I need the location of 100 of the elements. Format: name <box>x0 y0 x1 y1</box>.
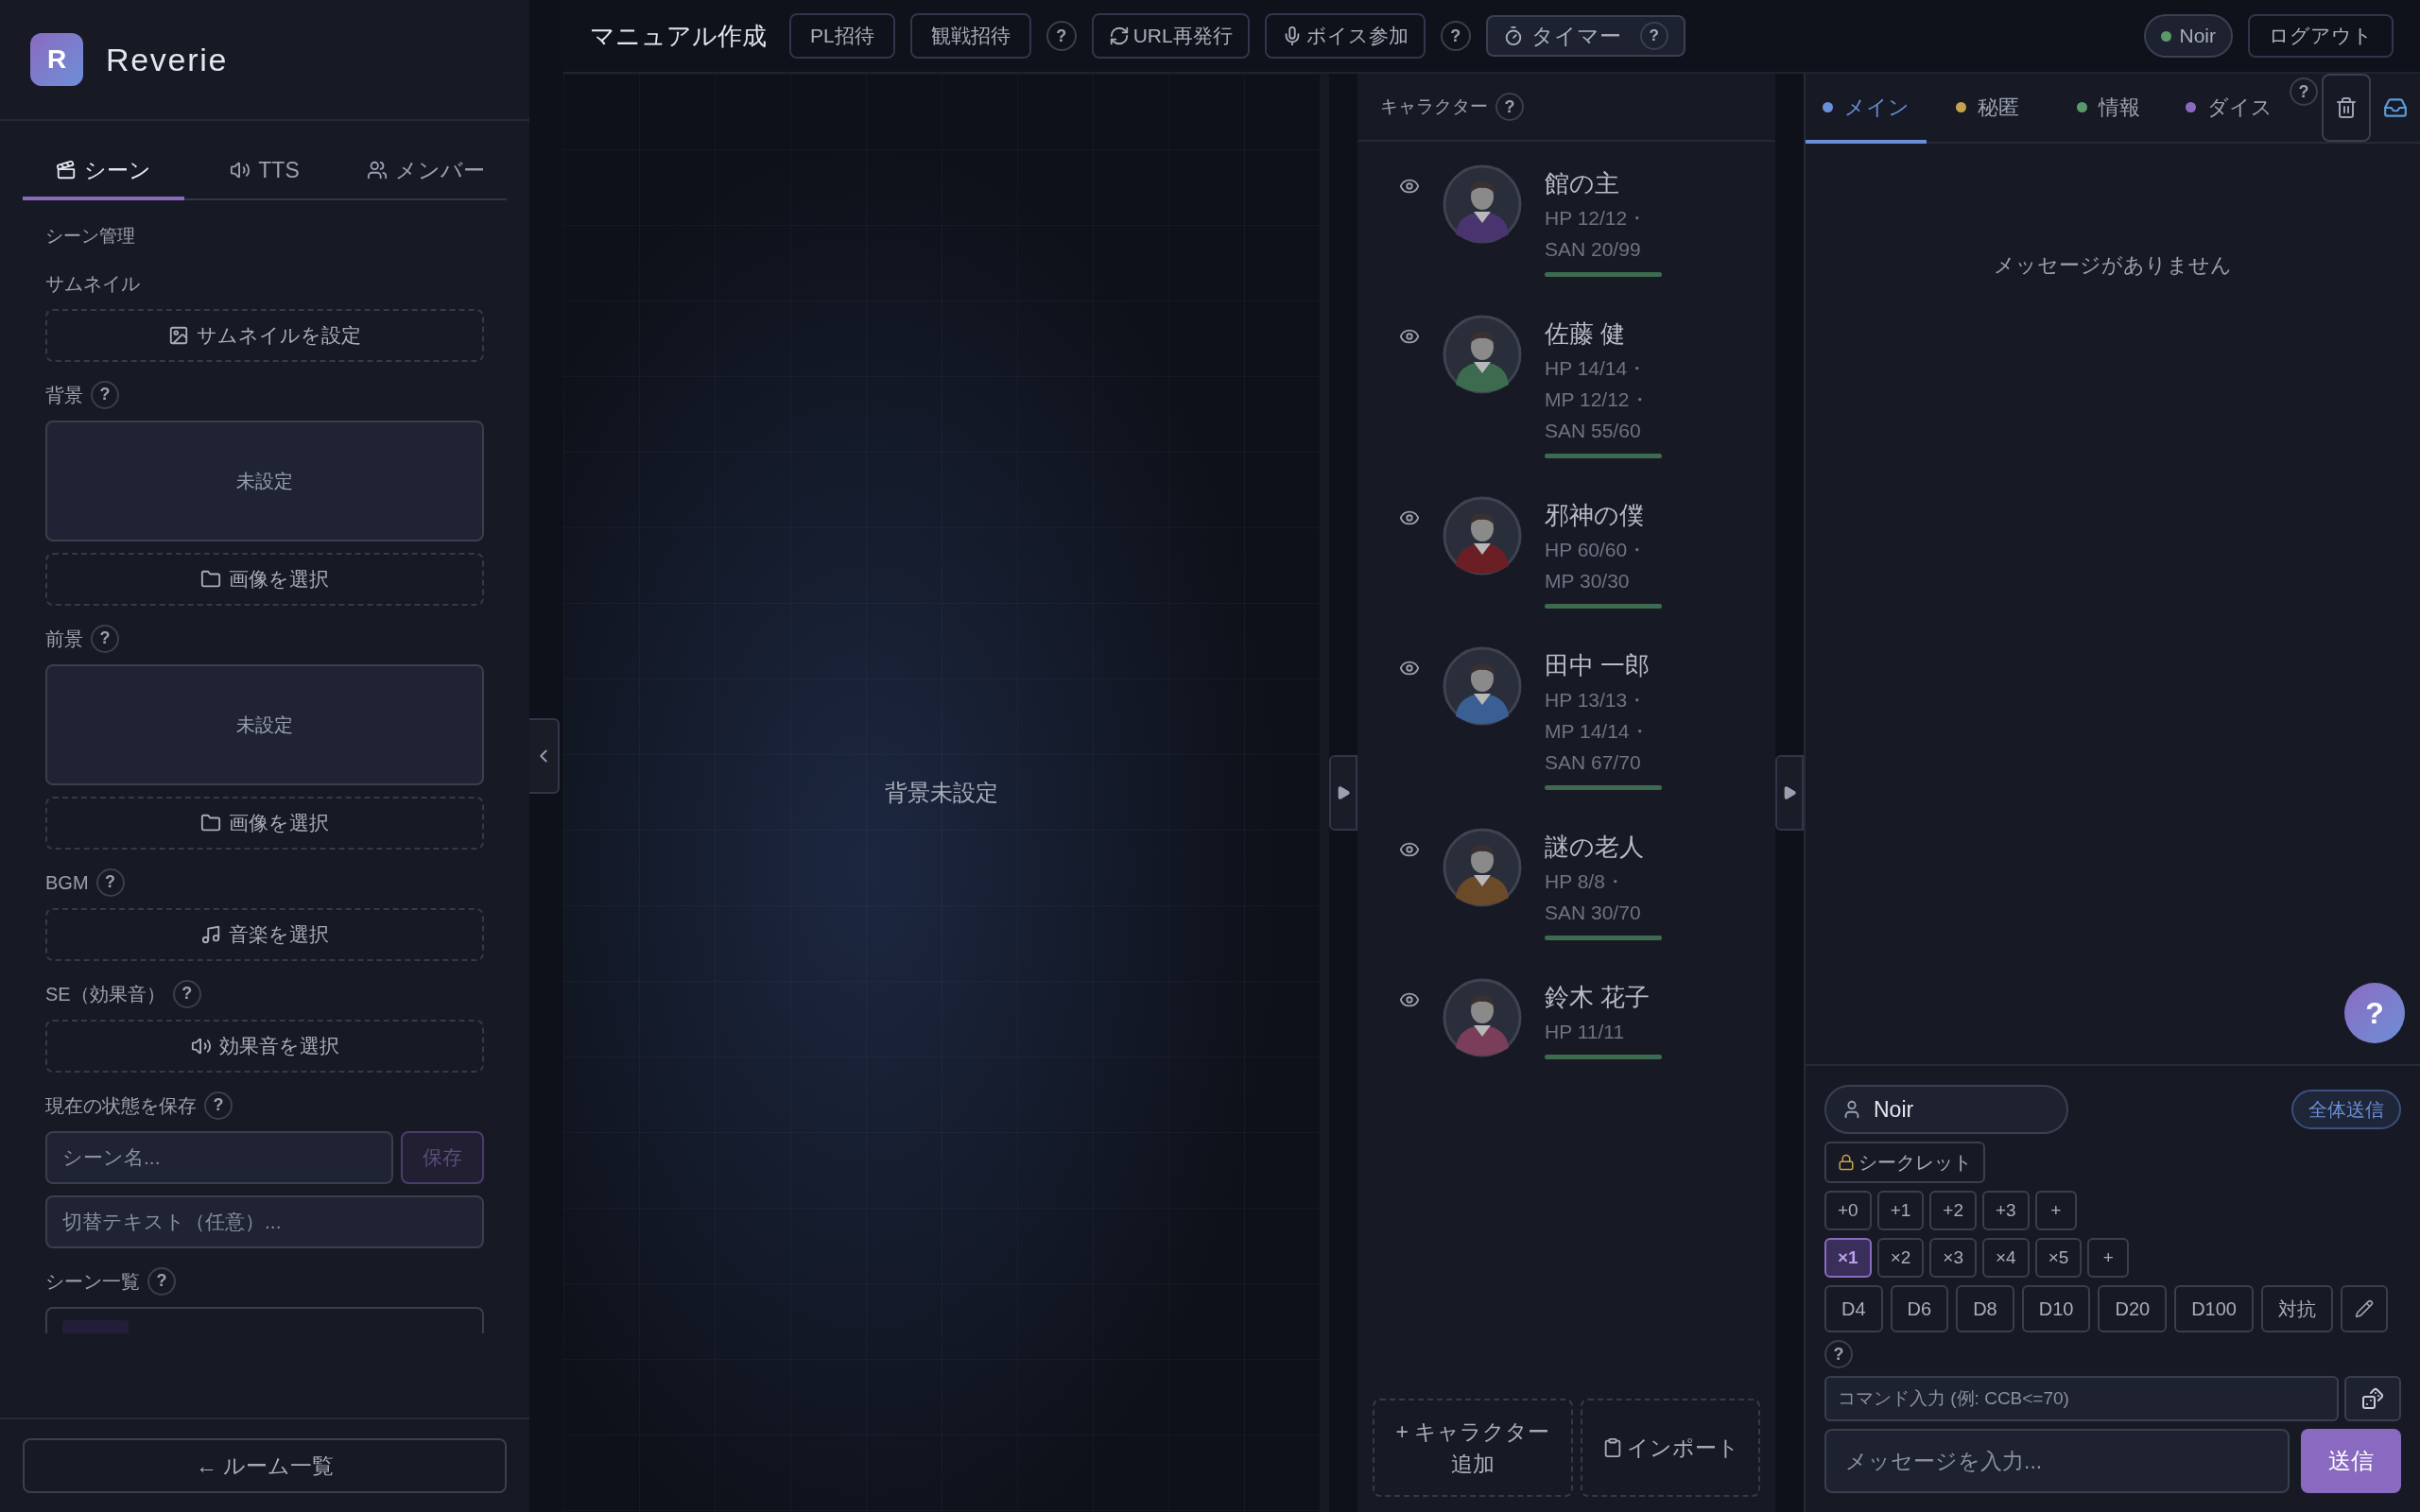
dice-button[interactable]: 対抗 <box>2260 1285 2333 1332</box>
help-icon[interactable]: ? <box>91 380 119 409</box>
multiplier-button[interactable]: ×3 <box>1929 1238 1977 1278</box>
help-icon[interactable]: ? <box>91 624 119 653</box>
character-name: 佐藤 健 <box>1545 318 1627 350</box>
broadcast-button[interactable]: 全体送信 <box>2291 1090 2401 1129</box>
edit-button[interactable] <box>2340 1285 2388 1332</box>
help-button[interactable]: ? <box>2344 983 2405 1043</box>
chat-tab[interactable]: メイン <box>1806 74 1927 144</box>
trash-icon <box>2335 96 2358 119</box>
section-label: SE（効果音） <box>45 982 165 1006</box>
toolbar-button[interactable]: 観戦招待 <box>909 13 1031 59</box>
people-icon <box>367 160 389 180</box>
multiplier-button[interactable]: ×4 <box>1982 1238 2030 1278</box>
dice-button[interactable]: D20 <box>2098 1285 2168 1332</box>
send-button[interactable]: 送信 <box>2301 1429 2401 1493</box>
empty-message: メッセージがありません <box>1994 252 2232 279</box>
logout-button[interactable]: ログアウト <box>2248 14 2394 58</box>
dice-button[interactable]: D4 <box>1824 1285 1883 1332</box>
modifier-button[interactable]: +3 <box>1982 1191 2030 1230</box>
character-name: 館の主 <box>1545 168 1620 199</box>
dice-icon <box>2361 1387 2384 1410</box>
section-label: 前景 <box>45 627 83 651</box>
folder-icon <box>200 568 221 590</box>
transition-text-field[interactable]: 切替テキスト（任意）... <box>45 1194 484 1248</box>
section-label: サムネイル <box>45 271 140 296</box>
select-button[interactable]: 音楽を選択 <box>45 907 484 961</box>
message-field[interactable]: メッセージを入力... <box>1824 1429 2290 1493</box>
character-stats: HP 11/11 <box>1545 1020 1626 1044</box>
help-icon[interactable]: ? <box>1495 93 1524 121</box>
character-name: 鈴木 花子 <box>1545 982 1651 1013</box>
toolbar-button[interactable]: PL招待 <box>789 13 895 59</box>
help-icon[interactable]: ? <box>2290 77 2318 106</box>
select-button[interactable]: サムネイルを設定 <box>45 308 484 362</box>
modifier-button[interactable]: + <box>2034 1191 2077 1230</box>
back-to-rooms-button[interactable]: ← ルーム一覧 <box>23 1438 507 1493</box>
lock-icon <box>1838 1154 1855 1171</box>
expand-tab[interactable] <box>1329 755 1357 831</box>
sidebar-tab[interactable]: TTS <box>183 144 346 200</box>
modifier-button[interactable]: +2 <box>1929 1191 1977 1230</box>
character-name: 邪神の僕 <box>1545 500 1645 531</box>
expand-arrow-icon <box>1782 785 1797 800</box>
picture-frame-icon <box>168 324 189 346</box>
help-icon[interactable]: ? <box>147 1266 176 1296</box>
panel-title: キャラクター <box>1380 94 1488 118</box>
character-name: 謎の老人 <box>1545 832 1645 863</box>
chat-tab[interactable]: 秘匿 <box>1927 74 2048 144</box>
expand-arrow-icon <box>1336 785 1351 800</box>
app-logo: R <box>30 33 83 86</box>
toolbar-button[interactable]: ボイス参加 <box>1264 13 1426 59</box>
folder-icon <box>200 812 221 833</box>
multiplier-button[interactable]: + <box>2087 1238 2130 1278</box>
character-name: 田中 一郎 <box>1545 650 1651 681</box>
secret-button[interactable]: シークレット <box>1824 1142 1985 1183</box>
select-button[interactable]: 画像を選択 <box>45 796 484 850</box>
speaker-icon <box>230 160 251 180</box>
command-field[interactable]: コマンド入力 (例: CCB<=70) <box>1824 1376 2339 1421</box>
modifier-button[interactable]: +1 <box>1876 1191 1925 1230</box>
toolbar-button[interactable]: URL再発行 <box>1091 13 1250 59</box>
sidebar-tab[interactable]: メンバー <box>345 144 507 200</box>
help-button[interactable]: ? <box>1440 21 1471 51</box>
preview-text: 未設定 <box>236 713 293 737</box>
dice-button[interactable]: D8 <box>1956 1285 2014 1332</box>
help-icon[interactable]: ? <box>1824 1340 1853 1368</box>
multiplier-button[interactable]: ×5 <box>2034 1238 2083 1278</box>
import-button[interactable]: インポート <box>1581 1399 1760 1497</box>
select-button[interactable]: 効果音を選択 <box>45 1019 484 1073</box>
dice-button[interactable]: D6 <box>1890 1285 1949 1332</box>
multiplier-button[interactable]: ×2 <box>1876 1238 1925 1278</box>
character-stats: HP 13/13・MP 14/14・SAN 67/70 <box>1545 688 1651 775</box>
section-label: シーン一覧 <box>45 1269 140 1294</box>
dice-button[interactable]: D100 <box>2174 1285 2254 1332</box>
section-label: 現在の状態を保存 <box>45 1093 197 1118</box>
clapperboard-icon <box>55 160 77 180</box>
speaker-select[interactable]: Noir <box>1824 1085 2068 1134</box>
inbox-tray-icon <box>2383 95 2408 120</box>
modifier-button[interactable]: +0 <box>1824 1191 1872 1230</box>
timer-button[interactable]: タイマー ? <box>1485 15 1685 57</box>
sidebar-tab[interactable]: シーン <box>23 144 184 200</box>
help-button[interactable]: ? <box>1046 21 1077 51</box>
expand-tab[interactable] <box>1775 755 1804 831</box>
section-label: 背景 <box>45 383 83 407</box>
roll-dice-button[interactable] <box>2344 1376 2401 1421</box>
multiplier-button[interactable]: ×1 <box>1824 1238 1872 1278</box>
help-icon[interactable]: ? <box>1639 22 1668 50</box>
help-icon[interactable]: ? <box>204 1091 233 1120</box>
dice-button[interactable]: D10 <box>2021 1285 2091 1332</box>
help-icon[interactable]: ? <box>95 868 125 897</box>
help-icon[interactable]: ? <box>172 979 201 1008</box>
add-character-button[interactable]: + キャラクター追加 <box>1373 1399 1573 1497</box>
delete-log-button[interactable] <box>2322 74 2371 142</box>
section-heading: シーン管理 <box>45 225 136 248</box>
character-stats: HP 14/14・MP 12/12・SAN 55/60 <box>1545 356 1651 443</box>
chat-tab[interactable]: ダイス <box>2169 74 2290 144</box>
chat-tab[interactable]: 情報 <box>2048 74 2169 144</box>
user-badge: Noir <box>2144 14 2233 58</box>
scene-name-field[interactable]: シーン名... <box>45 1130 393 1184</box>
character-stats: HP 60/60・MP 30/30 <box>1545 538 1649 593</box>
character-stats: HP 8/8・SAN 30/70 <box>1545 869 1642 925</box>
select-button[interactable]: 画像を選択 <box>45 552 484 606</box>
